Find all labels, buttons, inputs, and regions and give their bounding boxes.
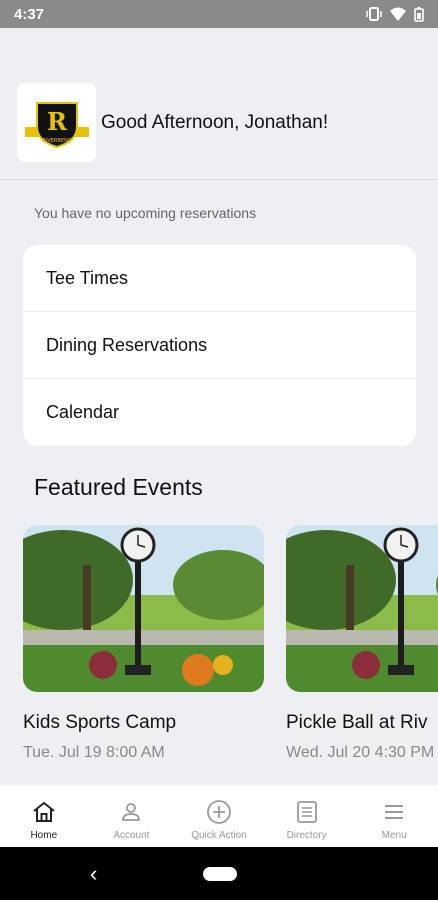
bottom-nav: Home Account Quick Action Directory Menu — [0, 785, 438, 847]
quick-link-dining-reservations[interactable]: Dining Reservations — [23, 312, 416, 379]
quick-link-tee-times[interactable]: Tee Times — [23, 245, 416, 312]
riverbend-logo-icon: R RIVERBEND — [24, 101, 89, 148]
nav-quick-action[interactable]: Quick Action — [175, 785, 263, 847]
event-card[interactable]: Pickle Ball at Riv Wed. Jul 20 4:30 PM — [286, 525, 438, 762]
header: R RIVERBEND Good Afternoon, Jonathan! — [0, 28, 438, 180]
quick-link-calendar[interactable]: Calendar — [23, 379, 416, 446]
club-logo: R RIVERBEND — [17, 83, 96, 162]
nav-label: Account — [113, 830, 150, 841]
nav-label: Quick Action — [191, 830, 247, 841]
menu-icon — [385, 805, 404, 819]
nav-home[interactable]: Home — [0, 785, 88, 847]
nav-label: Home — [30, 830, 58, 841]
vibrate-icon — [366, 7, 382, 21]
svg-text:R: R — [47, 107, 68, 136]
nav-directory[interactable]: Directory — [263, 785, 351, 847]
back-icon[interactable]: ‹ — [90, 861, 97, 887]
no-reservations-text: You have no upcoming reservations — [34, 205, 257, 221]
directory-icon — [296, 801, 317, 823]
event-title: Kids Sports Camp — [23, 712, 177, 733]
greeting-text: Good Afternoon, Jonathan! — [101, 112, 329, 133]
home-icon — [33, 801, 55, 822]
nav-menu[interactable]: Menu — [350, 785, 438, 847]
nav-label: Directory — [286, 830, 327, 841]
status-time: 4:37 — [14, 5, 45, 23]
battery-icon — [414, 6, 424, 22]
event-image — [23, 525, 264, 692]
plus-circle-icon — [207, 800, 231, 824]
wifi-icon — [390, 7, 406, 21]
featured-events-carousel[interactable]: Kids Sports Camp Tue. Jul 19 8:00 AM Pic… — [23, 525, 438, 775]
status-bar: 4:37 — [0, 0, 438, 28]
featured-events-title: Featured Events — [34, 474, 203, 500]
event-title: Pickle Ball at Riv — [286, 712, 428, 733]
event-date: Wed. Jul 20 4:30 PM — [286, 744, 435, 761]
nav-account[interactable]: Account — [88, 785, 176, 847]
system-nav-bar: ‹ — [0, 847, 438, 900]
home-pill-icon[interactable] — [203, 867, 237, 881]
status-icons — [366, 6, 424, 22]
quick-links-card: Tee Times Dining Reservations Calendar — [23, 245, 416, 446]
nav-label: Menu — [381, 830, 407, 841]
event-image — [286, 525, 438, 692]
event-card[interactable]: Kids Sports Camp Tue. Jul 19 8:00 AM — [23, 525, 264, 762]
event-date: Tue. Jul 19 8:00 AM — [23, 744, 165, 761]
account-icon — [122, 803, 141, 821]
svg-text:RIVERBEND: RIVERBEND — [42, 138, 71, 144]
